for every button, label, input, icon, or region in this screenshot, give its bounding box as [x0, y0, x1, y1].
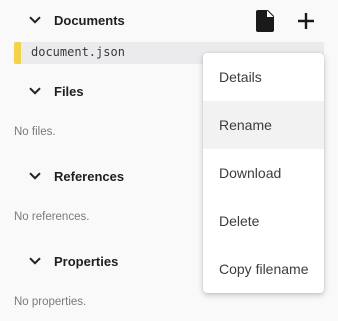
documents-section-title: Documents [54, 12, 125, 28]
files-section-title: Files [54, 83, 84, 99]
menu-item-download[interactable]: Download [203, 149, 324, 197]
menu-item-label: Rename [219, 117, 272, 133]
properties-empty-text: No properties. [14, 296, 87, 308]
chevron-down-icon[interactable] [28, 84, 42, 98]
properties-section-title: Properties [54, 253, 119, 269]
menu-item-copy-filename[interactable]: Copy filename [203, 245, 324, 293]
chevron-down-icon[interactable] [28, 254, 42, 268]
menu-item-label: Copy filename [219, 261, 309, 277]
menu-item-details[interactable]: Details [203, 53, 324, 101]
documents-section-header[interactable]: Documents [0, 6, 338, 34]
document-context-menu: Details Rename Download Delete Copy file… [203, 53, 324, 293]
document-panel: Documents document.json Files No files. … [0, 0, 338, 321]
menu-item-label: Details [219, 69, 262, 85]
document-filename: document.json [31, 45, 125, 59]
menu-item-label: Delete [219, 213, 260, 229]
references-empty-text: No references. [14, 211, 90, 223]
references-section-title: References [54, 168, 125, 184]
document-marker [14, 42, 21, 64]
menu-item-label: Download [219, 165, 282, 181]
add-icon[interactable] [296, 11, 316, 31]
menu-item-delete[interactable]: Delete [203, 197, 324, 245]
files-empty-text: No files. [14, 126, 56, 138]
new-document-icon[interactable] [256, 10, 276, 32]
menu-item-rename[interactable]: Rename [203, 101, 324, 149]
chevron-down-icon[interactable] [28, 169, 42, 183]
chevron-down-icon[interactable] [28, 13, 42, 27]
